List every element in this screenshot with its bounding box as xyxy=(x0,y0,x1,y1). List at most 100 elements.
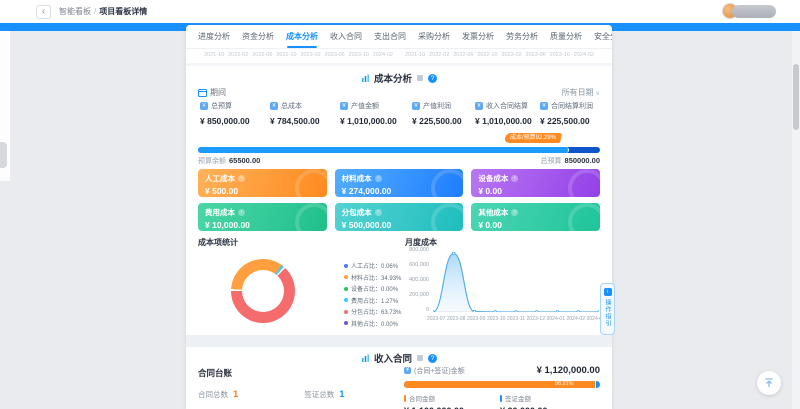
y-tick: 0 xyxy=(426,307,429,313)
cost-cards-grid: 人工成本› ¥ 500.00 材料成本› ¥ 274,000.00 设备成本› … xyxy=(198,169,600,231)
donut-chart-title: 成本项统计 xyxy=(198,237,238,248)
axis-date: 2021-10 xyxy=(204,52,224,60)
ledger-stat-value[interactable]: 1 xyxy=(233,389,238,400)
tab-cost[interactable]: 成本分析 xyxy=(286,25,318,48)
metric-total-cost: ¥总成本 ¥ 784,500.00 xyxy=(270,101,320,126)
cost-card-label: 其他成本 xyxy=(478,207,508,218)
donut-legend-dot xyxy=(344,321,348,325)
ledger-stat-value[interactable]: 1 xyxy=(339,389,344,400)
yuan-icon: ¥ xyxy=(412,102,420,110)
arrow-right-icon: › xyxy=(238,209,245,216)
cost-card-value: ¥ 0.00 xyxy=(478,186,593,196)
back-button[interactable]: ‹ xyxy=(36,5,51,19)
yuan-icon: ¥ xyxy=(540,102,548,110)
breadcrumb-root[interactable]: 智能看板 xyxy=(59,6,91,17)
metric-value: ¥ 1,010,000.00 xyxy=(475,116,532,126)
income-amount-block: ¥ (合同+签证)金额 ¥ 1,120,000.00 98.21% 合同金额 ¥… xyxy=(404,365,600,409)
scrollbar-thumb[interactable] xyxy=(793,64,799,130)
cost-card[interactable]: 分包成本› ¥ 500,000.00 xyxy=(335,203,464,231)
cost-card[interactable]: 设备成本› ¥ 0.00 xyxy=(471,169,600,197)
donut-legend-dot xyxy=(344,310,348,314)
x-tick: 2023-12 xyxy=(527,316,545,322)
budget-progress-fill xyxy=(198,147,569,153)
x-tick: 2023-09 xyxy=(467,316,485,322)
calendar-icon xyxy=(198,88,207,97)
yuan-icon: ¥ xyxy=(200,102,208,110)
tab-income-contract[interactable]: 收入合同 xyxy=(330,25,362,48)
metric-total-budget: ¥总预算 ¥ 850,000.00 xyxy=(200,101,250,126)
amount-label: (合同+签证)金额 xyxy=(414,366,465,376)
header-toolbar-pill[interactable] xyxy=(732,5,776,18)
monthly-y-axis: 800,000 600,000 400,000 200,000 0 xyxy=(405,247,429,313)
income-legend-label: 合同金额 xyxy=(409,393,435,403)
cost-card[interactable]: 材料成本› ¥ 274,000.00 xyxy=(335,169,464,197)
arrow-right-icon: › xyxy=(375,175,382,182)
metric-value: ¥ 850,000.00 xyxy=(200,116,250,126)
guide-icon: i xyxy=(604,288,612,296)
legend-row: 材料占比：34.93% xyxy=(344,273,401,282)
tab-expense-contract[interactable]: 支出合同 xyxy=(374,25,406,48)
tab-procurement[interactable]: 采购分析 xyxy=(418,25,450,48)
budget-badge-label: 成本/预算92.29% xyxy=(510,133,556,143)
drag-grip-icon xyxy=(416,74,424,82)
cost-card[interactable]: 费用成本› ¥ 10,000.00 xyxy=(198,203,327,231)
metric-label: 产值利润 xyxy=(423,101,451,111)
cost-card-label: 分包成本 xyxy=(342,207,372,218)
legend-label: 设备占比：0.00% xyxy=(351,284,398,293)
cost-card[interactable]: 人工成本› ¥ 500.00 xyxy=(198,169,327,197)
side-guide-tab[interactable]: i 操作指引 xyxy=(600,283,615,335)
panel-drag-handle[interactable] xyxy=(0,142,7,168)
donut-legend-dot xyxy=(344,287,348,291)
income-legend-marker xyxy=(404,395,406,402)
axis-date: 2022-06 xyxy=(453,52,473,60)
y-tick: 600,000 xyxy=(409,262,429,268)
help-icon[interactable]: ? xyxy=(428,74,437,83)
income-contract-row: 合同台账 合同总数 1 签证总数 1 ¥ (合同+签证)金额 ¥ 1,120,0… xyxy=(198,365,600,409)
section-gap xyxy=(186,335,612,347)
income-legend-label: 签证金额 xyxy=(505,393,531,403)
axis-date: 2022-10 xyxy=(276,52,296,60)
cost-card-value: ¥ 0.00 xyxy=(478,220,593,230)
income-stacked-bar: 98.21% xyxy=(404,381,600,388)
budget-remain-label: 预算余额 xyxy=(198,156,226,166)
axis-date: 2023-02 xyxy=(501,52,521,60)
metric-label: 收入合同结算 xyxy=(486,101,528,111)
x-tick: 2023-07 xyxy=(427,316,445,322)
budget-remain-value: 65500.00 xyxy=(229,156,260,166)
axis-date: 2023-06 xyxy=(325,52,345,60)
help-icon[interactable]: ? xyxy=(428,354,437,363)
period-label: 期间 xyxy=(210,87,226,98)
page-scrollbar[interactable] xyxy=(792,31,800,409)
budget-total-label: 总预算 xyxy=(541,156,562,166)
date-filter-value: 所有日期 xyxy=(562,88,594,97)
cost-card-value: ¥ 274,000.00 xyxy=(342,186,457,196)
tab-funds[interactable]: 资金分析 xyxy=(242,25,274,48)
budget-progress-block: 成本/预算92.29% 预算余额 65500.00 总预算 850000.00 xyxy=(198,133,600,163)
income-legend-item: 签证金额 ¥ 20,000.00 xyxy=(500,393,596,409)
axis-dates-right: 2021-10 2022-02 2022-06 2022-10 2023-02 … xyxy=(399,52,600,60)
tab-progress[interactable]: 进度分析 xyxy=(198,25,230,48)
arrow-right-icon: › xyxy=(511,175,518,182)
arrow-right-icon: › xyxy=(238,175,245,182)
y-tick: 200,000 xyxy=(409,292,429,298)
back-to-top-button[interactable] xyxy=(757,371,781,395)
date-filter-dropdown[interactable]: 所有日期∨ xyxy=(562,87,600,98)
section-divider xyxy=(186,63,612,66)
side-tab-label: 操作指引 xyxy=(603,299,612,327)
x-tick: 2024-02 xyxy=(567,316,585,322)
tab-quality[interactable]: 质量分析 xyxy=(550,25,582,48)
tab-safety[interactable]: 安全分析 xyxy=(594,25,612,48)
cost-card-value: ¥ 500,000.00 xyxy=(342,220,457,230)
yuan-icon: ¥ xyxy=(270,102,278,110)
yuan-icon: ¥ xyxy=(475,102,483,110)
budget-progress-labels: 预算余额 65500.00 总预算 850000.00 xyxy=(198,156,600,166)
cost-card[interactable]: 其他成本› ¥ 0.00 xyxy=(471,203,600,231)
ledger-stats: 合同总数 1 签证总数 1 xyxy=(198,389,345,400)
cost-section-header: 成本分析 ? xyxy=(186,71,612,85)
legend-label: 费用占比：1.27% xyxy=(351,296,398,305)
tab-labor[interactable]: 劳务分析 xyxy=(506,25,538,48)
tab-invoice[interactable]: 发票分析 xyxy=(462,25,494,48)
metric-settlement-profit: ¥合同结算利润 ¥ 225,500.00 xyxy=(540,101,593,126)
breadcrumb-separator: / xyxy=(94,7,96,16)
yuan-icon: ¥ xyxy=(340,102,348,110)
